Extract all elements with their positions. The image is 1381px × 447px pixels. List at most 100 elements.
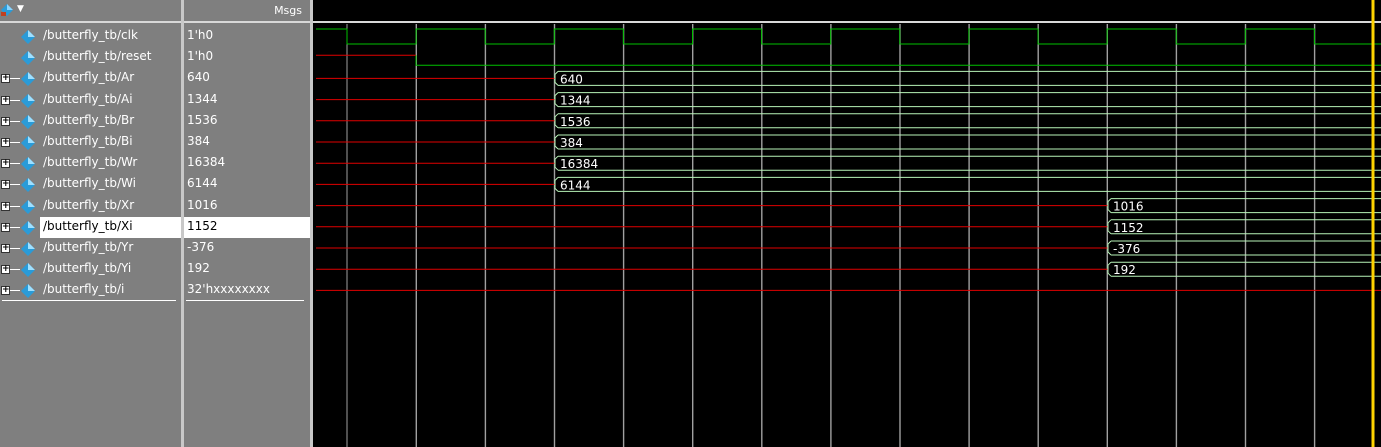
signal-row[interactable]: /butterfly_tb/reset	[0, 47, 181, 68]
signal-value-row: 384	[184, 132, 310, 153]
signal-value-row: 32'hxxxxxxxx	[184, 280, 310, 301]
bus-valid-segment	[1107, 261, 1381, 277]
signal-row[interactable]: + /butterfly_tb/Yr	[0, 238, 181, 259]
list-end-divider	[186, 299, 304, 301]
signal-icon	[21, 51, 35, 66]
signal-value: 6144	[187, 176, 218, 191]
signal-values-pane: Msgs 1'h0 1'h0 640 1344 1536 384 16384 6144 1016…	[184, 0, 310, 447]
signal-name: /butterfly_tb/Xi	[43, 218, 133, 233]
bus-value-label: 1152	[1113, 221, 1144, 235]
signal-name: /butterfly_tb/Yr	[43, 240, 134, 254]
bus-value-label: 640	[560, 72, 583, 86]
expand-icon[interactable]: +	[1, 138, 10, 147]
signal-name: /butterfly_tb/Br	[43, 112, 135, 127]
signal-value-row: 192	[184, 259, 310, 280]
tree-connector	[10, 248, 20, 249]
tree-connector	[10, 120, 20, 122]
signal-value: 16384	[187, 155, 226, 170]
signal-row[interactable]: + /butterfly_tb/Bi	[0, 132, 181, 153]
bus-value-label: 384	[560, 136, 583, 150]
signal-icon	[21, 178, 35, 193]
bus-value-label: 6144	[560, 178, 591, 192]
waveform-canvas[interactable]: 640 1344 1536 384 16384 6144 1016 1152 -376 192	[313, 0, 1381, 447]
signal-value: 1'h0	[187, 49, 214, 64]
expand-icon[interactable]: +	[1, 265, 10, 275]
list-end-divider	[2, 299, 176, 301]
signal-icon	[21, 263, 35, 278]
bus-valid-segment	[554, 113, 1381, 129]
bus-valid-segment	[1107, 198, 1381, 214]
msgs-column-label: Msgs	[274, 4, 302, 17]
names-header: ▼	[0, 0, 181, 23]
signal-name: /butterfly_tb/Ar	[43, 70, 135, 85]
clock-waveform	[316, 28, 1381, 45]
expand-icon[interactable]: +	[1, 159, 10, 169]
signal-value: 1016	[187, 197, 218, 212]
signal-value: 640	[187, 70, 210, 85]
bus-value-label: 1344	[560, 94, 591, 108]
signal-value: 1'h0	[187, 28, 214, 42]
signal-name: /butterfly_tb/reset	[43, 49, 152, 64]
signal-value-row: 1536	[184, 111, 310, 132]
signal-row[interactable]: + /butterfly_tb/i	[0, 280, 181, 301]
signal-value: 1536	[187, 112, 218, 127]
bus-valid-segment	[554, 134, 1381, 150]
values-header: Msgs	[184, 0, 310, 23]
tree-connector	[10, 205, 20, 207]
signal-row[interactable]: + /butterfly_tb/Ai	[0, 90, 181, 111]
signal-value-row: 16384	[184, 153, 310, 174]
signal-name: /butterfly_tb/Ai	[43, 91, 133, 106]
expand-icon[interactable]: +	[1, 95, 10, 105]
signal-value: 1344	[187, 91, 218, 106]
signal-row[interactable]: + /butterfly_tb/Wr	[0, 153, 181, 174]
tree-connector	[10, 163, 20, 165]
expand-icon[interactable]: +	[1, 180, 10, 190]
signal-row[interactable]: + /butterfly_tb/Wi	[0, 174, 181, 195]
signal-value: 32'hxxxxxxxx	[187, 282, 270, 297]
tree-connector	[10, 269, 20, 271]
signal-row[interactable]: + /butterfly_tb/Xi	[0, 216, 181, 238]
signal-value-row: 1152	[184, 216, 310, 238]
signal-name: /butterfly_tb/i	[43, 282, 125, 297]
expand-icon[interactable]: +	[1, 116, 10, 126]
signal-name: /butterfly_tb/Yi	[43, 261, 132, 276]
reset-low-segment	[415, 55, 1381, 66]
expand-icon[interactable]: +	[1, 244, 10, 253]
signal-icon	[21, 242, 35, 256]
bus-valid-segment	[554, 70, 1381, 86]
signal-value: 1152	[187, 218, 218, 233]
signal-icon	[21, 284, 35, 299]
signal-icon	[21, 93, 35, 108]
signal-names-pane: ▼ /butterfly_tb/clk/butterfly_tb/reset + /…	[0, 0, 181, 447]
expand-icon[interactable]: +	[1, 286, 10, 296]
signal-row[interactable]: + /butterfly_tb/Xr	[0, 196, 181, 217]
tree-connector	[10, 184, 20, 186]
signal-value-row: 6144	[184, 174, 310, 195]
expand-icon[interactable]: +	[1, 201, 10, 211]
signal-value-row: 1'h0	[184, 47, 310, 68]
signal-icon	[21, 114, 35, 129]
signal-name: /butterfly_tb/Bi	[43, 134, 133, 148]
signal-icon	[21, 199, 35, 214]
signal-name: /butterfly_tb/Xr	[43, 197, 135, 212]
tree-connector	[10, 99, 20, 101]
expand-icon[interactable]: +	[1, 74, 10, 84]
signal-row[interactable]: + /butterfly_tb/Br	[0, 111, 181, 132]
bus-valid-segment	[1107, 240, 1381, 256]
bus-value-label: -376	[1113, 242, 1140, 256]
waveform-icon[interactable]	[0, 3, 14, 17]
signal-row[interactable]: /butterfly_tb/clk	[0, 26, 181, 47]
signal-row[interactable]: + /butterfly_tb/Ar	[0, 68, 181, 89]
signal-value-row: 1016	[184, 196, 310, 217]
tree-connector	[10, 78, 20, 80]
tree-connector	[10, 226, 20, 228]
signal-row[interactable]: + /butterfly_tb/Yi	[0, 259, 181, 280]
waveform-pane[interactable]: 640 1344 1536 384 16384 6144 1016 1152 -376 192	[313, 0, 1381, 447]
signal-icon	[21, 30, 35, 44]
signal-icon	[21, 72, 35, 87]
expand-icon[interactable]: +	[1, 222, 10, 232]
tree-connector	[10, 142, 20, 143]
bus-valid-segment	[554, 155, 1381, 171]
chevron-down-icon[interactable]: ▼	[17, 4, 24, 14]
signal-value: 192	[187, 261, 210, 276]
